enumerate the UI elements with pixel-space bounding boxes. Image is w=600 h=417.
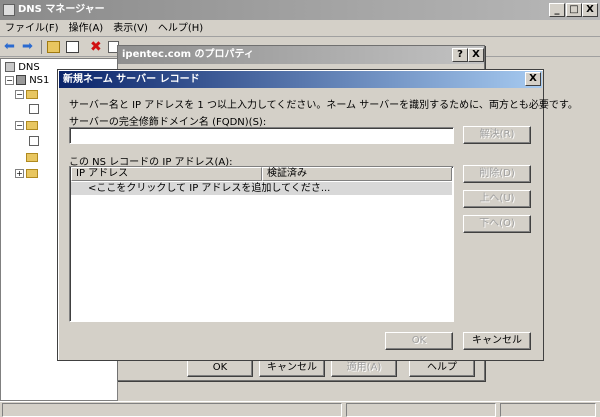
add-ip-placeholder: <ここをクリックして IP アドレスを追加してくださ... <box>88 183 331 194</box>
move-up-button[interactable]: 上へ(U) <box>463 190 531 208</box>
tree-forward-zones[interactable]: − <box>15 88 38 102</box>
folder-icon <box>26 89 38 99</box>
column-ip-address[interactable]: IP アドレス <box>71 167 262 181</box>
status-cell-3 <box>500 403 596 417</box>
maximize-button[interactable]: □ <box>566 3 582 17</box>
ns-dialog-title: 新規ネーム サーバー レコード <box>63 74 200 85</box>
collapse-icon[interactable]: − <box>5 75 14 85</box>
menu-file[interactable]: ファイル(F) <box>0 20 64 37</box>
properties-apply-button[interactable]: 適用(A) <box>331 359 397 377</box>
status-cell-main <box>2 403 342 417</box>
minimize-button[interactable]: _ <box>549 3 565 17</box>
tree-root-label: DNS <box>18 62 40 73</box>
dns-app-icon <box>3 4 15 16</box>
folder-icon <box>26 120 38 130</box>
menu-help[interactable]: ヘルプ(H) <box>153 20 208 37</box>
zone-icon <box>29 104 39 114</box>
fqdn-input[interactable] <box>69 127 454 144</box>
ip-address-list: IP アドレス 検証済み <ここをクリックして IP アドレスを追加してくださ.… <box>69 166 454 322</box>
properties-help-text-button[interactable]: ヘルプ <box>409 359 475 377</box>
tree-root-dns[interactable]: DNS <box>5 61 40 75</box>
status-bar <box>0 401 600 417</box>
tree-server-label: NS1 <box>29 75 50 86</box>
ns-ok-button[interactable]: OK <box>385 332 453 350</box>
tree-conditional-forwarders[interactable]: + <box>15 167 38 181</box>
close-button[interactable]: X <box>582 3 598 17</box>
folder-icon <box>26 152 38 162</box>
tree-server-ns1[interactable]: − NS1 <box>5 74 49 88</box>
menu-view[interactable]: 表示(V) <box>108 20 153 37</box>
expand-icon[interactable]: + <box>15 168 24 178</box>
properties-close-button[interactable]: X <box>468 48 484 62</box>
instruction-text: サーバー名と IP アドレスを 1 つ以上入力してください。ネーム サーバーを識… <box>69 100 578 111</box>
collapse-icon[interactable]: − <box>15 120 24 130</box>
delete-icon[interactable]: ✖ <box>90 39 102 55</box>
move-down-button[interactable]: 下へ(O) <box>463 215 531 233</box>
tree-reverse-zone[interactable] <box>29 135 39 149</box>
main-window-titlebar: DNS マネージャー <box>0 0 600 20</box>
column-verified[interactable]: 検証済み <box>262 167 452 181</box>
ns-cancel-button[interactable]: キャンセル <box>463 332 531 350</box>
console-tree-icon[interactable] <box>66 41 79 53</box>
ns-dialog-titlebar: 新規ネーム サーバー レコード <box>59 71 542 88</box>
delete-button[interactable]: 削除(D) <box>463 165 531 183</box>
fqdn-label: サーバーの完全修飾ドメイン名 (FQDN)(S): <box>69 117 267 128</box>
menu-action[interactable]: 操作(A) <box>64 20 109 37</box>
back-icon[interactable]: ⬅ <box>4 40 15 54</box>
add-ip-row[interactable]: <ここをクリックして IP アドレスを追加してくださ... <box>71 182 452 195</box>
properties-titlebar: ipentec.com のプロパティ <box>118 46 484 64</box>
dns-icon <box>5 62 15 72</box>
server-icon <box>16 75 26 85</box>
up-icon[interactable] <box>47 41 60 53</box>
tree-reverse-zones[interactable]: − <box>15 119 38 133</box>
properties-title: ipentec.com のプロパティ <box>122 49 254 60</box>
status-cell-2 <box>346 403 496 417</box>
forward-icon[interactable]: ➡ <box>22 40 33 54</box>
properties-cancel-button[interactable]: キャンセル <box>259 359 325 377</box>
properties-help-button[interactable]: ? <box>452 48 468 62</box>
collapse-icon[interactable]: − <box>15 89 24 99</box>
main-window-title: DNS マネージャー <box>18 4 105 15</box>
properties-ok-button[interactable]: OK <box>187 359 253 377</box>
toolbar-separator <box>41 40 42 54</box>
tree-zone[interactable] <box>29 103 39 117</box>
tree-trust-points[interactable] <box>15 151 38 165</box>
menu-bar: ファイル(F) 操作(A) 表示(V) ヘルプ(H) <box>0 20 600 37</box>
new-ns-record-dialog: 新規ネーム サーバー レコード X サーバー名と IP アドレスを 1 つ以上入… <box>57 69 578 361</box>
resolve-button[interactable]: 解決(R) <box>463 126 531 144</box>
folder-icon <box>26 168 38 178</box>
zone-icon <box>29 136 39 146</box>
ns-dialog-close-button[interactable]: X <box>525 72 541 86</box>
